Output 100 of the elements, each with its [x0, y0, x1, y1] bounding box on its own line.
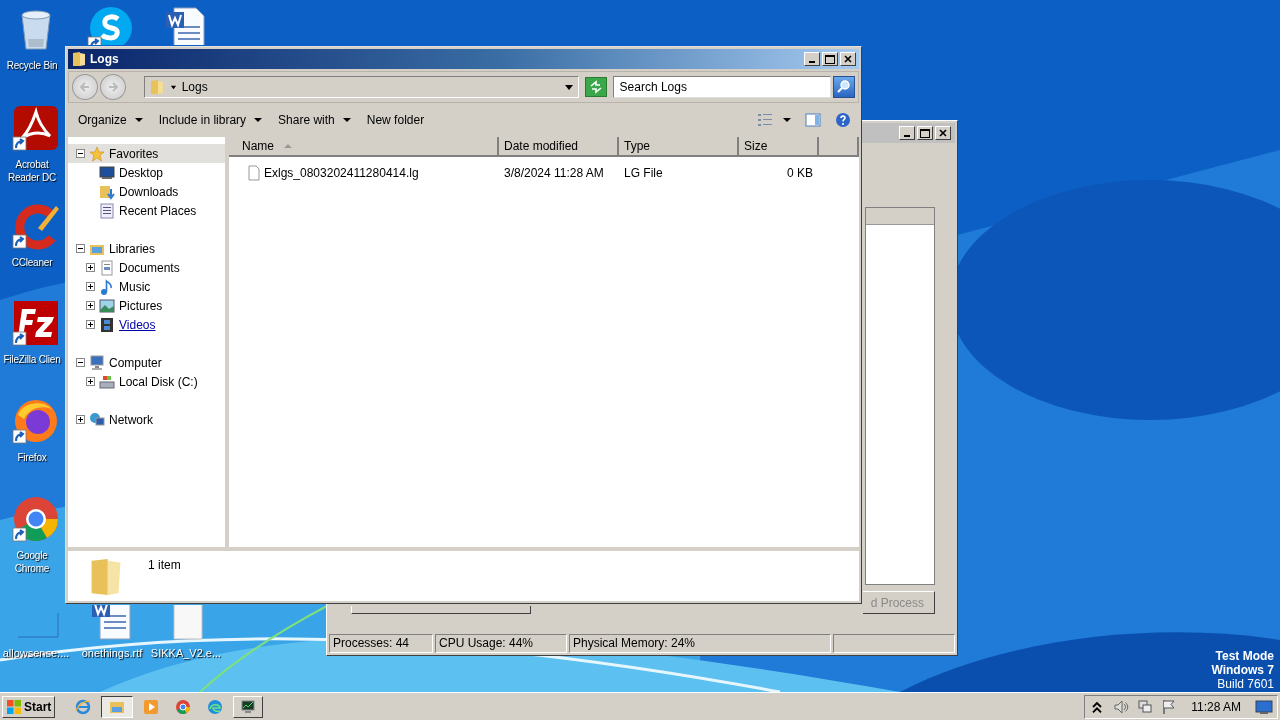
nav-item[interactable]: Network: [68, 410, 225, 429]
nav-item[interactable]: Recent Places: [68, 201, 225, 220]
clock[interactable]: 11:28 AM: [1191, 699, 1241, 714]
icon-label: Acrobat Reader DC: [6, 158, 58, 184]
table-cell: LG File: [624, 166, 663, 180]
file-icon: [247, 165, 261, 181]
show-desktop-icon[interactable]: [1255, 698, 1273, 715]
computer-icon: [89, 354, 105, 371]
close-button[interactable]: [935, 126, 951, 140]
picture-icon: [99, 297, 115, 314]
network-icon: [89, 411, 105, 428]
nav-item[interactable]: Local Disk (C:): [68, 372, 225, 391]
column-header[interactable]: Size: [739, 137, 819, 157]
network-icon[interactable]: [1137, 698, 1154, 715]
watermark-text: Build 7601: [1217, 677, 1274, 691]
flag-icon[interactable]: [1161, 698, 1178, 715]
button[interactable]: [351, 606, 531, 614]
expand-toggle[interactable]: [76, 244, 85, 253]
icon-label: Firefox: [16, 451, 48, 464]
speaker-icon[interactable]: [1113, 698, 1130, 715]
watermark-text: Test Mode: [1215, 649, 1274, 663]
maximize-icon: [920, 128, 930, 138]
close-icon: [843, 54, 853, 64]
expand-toggle[interactable]: [86, 301, 95, 310]
close-button[interactable]: [840, 52, 856, 66]
expand-toggle[interactable]: [76, 149, 85, 158]
filezilla-icon[interactable]: [12, 299, 60, 347]
recent-icon: [99, 202, 115, 219]
start-button[interactable]: Start: [2, 695, 56, 718]
address-bar[interactable]: Logs: [143, 76, 579, 98]
toolbar-button[interactable]: Include in library: [152, 111, 269, 129]
chrome-icon[interactable]: [12, 495, 60, 543]
ccleaner-icon[interactable]: [12, 202, 60, 250]
nav-item[interactable]: Libraries: [68, 239, 225, 258]
breadcrumb[interactable]: Logs: [181, 80, 559, 94]
toolbar-button[interactable]: Share with: [272, 111, 357, 129]
status-text: Processes: 44: [329, 634, 433, 653]
minimize-button[interactable]: [804, 52, 820, 66]
nav-item[interactable]: Pictures: [68, 296, 225, 315]
taskbar-button[interactable]: [101, 695, 134, 718]
back-arrow-icon: [79, 82, 90, 92]
monitor-icon: [240, 698, 257, 715]
nav-item[interactable]: Computer: [68, 353, 225, 372]
minimize-button[interactable]: [899, 126, 915, 140]
expand-toggle[interactable]: [86, 263, 95, 272]
search-field[interactable]: Search Logs: [612, 76, 832, 98]
browser-icon: [75, 698, 92, 715]
windows-logo-icon: [6, 698, 22, 715]
maximize-button[interactable]: [822, 52, 838, 66]
table-cell: 0 KB: [787, 166, 813, 180]
file-name: Exlgs_0803202411280414.lg: [264, 166, 419, 180]
icon-label: CCleaner: [10, 256, 54, 269]
refresh-button[interactable]: [584, 77, 607, 97]
nav-item[interactable]: Favorites: [68, 144, 225, 163]
window-title: Logs: [90, 52, 119, 66]
icon-label: Recycle Bin: [5, 59, 59, 72]
browser-icon: [207, 698, 224, 715]
caret-icon[interactable]: [563, 83, 574, 91]
column-header[interactable]: Date modified: [499, 137, 619, 157]
file-row[interactable]: Exlgs_0803202411280414.lg 3/8/2024 11:28 AM LG File 0 KB: [229, 162, 859, 184]
acrobat-icon[interactable]: [12, 104, 60, 152]
nav-item[interactable]: Music: [68, 277, 225, 296]
column-header[interactable]: Type: [619, 137, 739, 157]
expand-toggle[interactable]: [86, 377, 95, 386]
toolbar-button[interactable]: Organize: [72, 111, 149, 129]
sort-arrow-icon: [284, 143, 292, 149]
search-button[interactable]: [833, 76, 855, 98]
item-count: 1 item: [148, 558, 181, 572]
forward-arrow-icon: [107, 82, 118, 92]
status-text: Physical Memory: 24%: [569, 634, 831, 653]
monitor-icon: [99, 164, 115, 181]
icon-label: onethings.rtf: [80, 647, 144, 660]
expand-toggle[interactable]: [86, 320, 95, 329]
nav-item[interactable]: Videos: [68, 315, 225, 334]
music-note-icon: [99, 278, 115, 295]
caret-icon[interactable]: [169, 83, 177, 91]
expand-toggle[interactable]: [76, 358, 85, 367]
document-icon: [99, 259, 115, 276]
drive-icon: [99, 373, 115, 390]
play-icon: [143, 698, 160, 715]
firefox-icon[interactable]: [12, 397, 60, 445]
status-text: CPU Usage: 44%: [435, 634, 567, 653]
nav-item[interactable]: Desktop: [68, 163, 225, 182]
close-icon: [938, 128, 948, 138]
column-header[interactable]: Name: [229, 137, 499, 157]
watermark-text: Windows 7: [1211, 663, 1274, 677]
icon-label: FileZilla Clien: [2, 353, 62, 366]
maximize-button[interactable]: [917, 126, 933, 140]
column-header[interactable]: [819, 137, 859, 157]
folder-icon: [148, 79, 165, 95]
help-icon[interactable]: [835, 112, 851, 128]
maximize-icon: [825, 54, 835, 64]
expand-toggle[interactable]: [86, 282, 95, 291]
nav-item[interactable]: Documents: [68, 258, 225, 277]
toolbar-button[interactable]: New folder: [360, 111, 431, 129]
chrome-icon: [175, 698, 192, 715]
nav-item[interactable]: Downloads: [68, 182, 225, 201]
expand-toggle[interactable]: [76, 415, 85, 424]
caret-icon: [254, 117, 263, 123]
taskbar-icon[interactable]: [233, 695, 264, 718]
